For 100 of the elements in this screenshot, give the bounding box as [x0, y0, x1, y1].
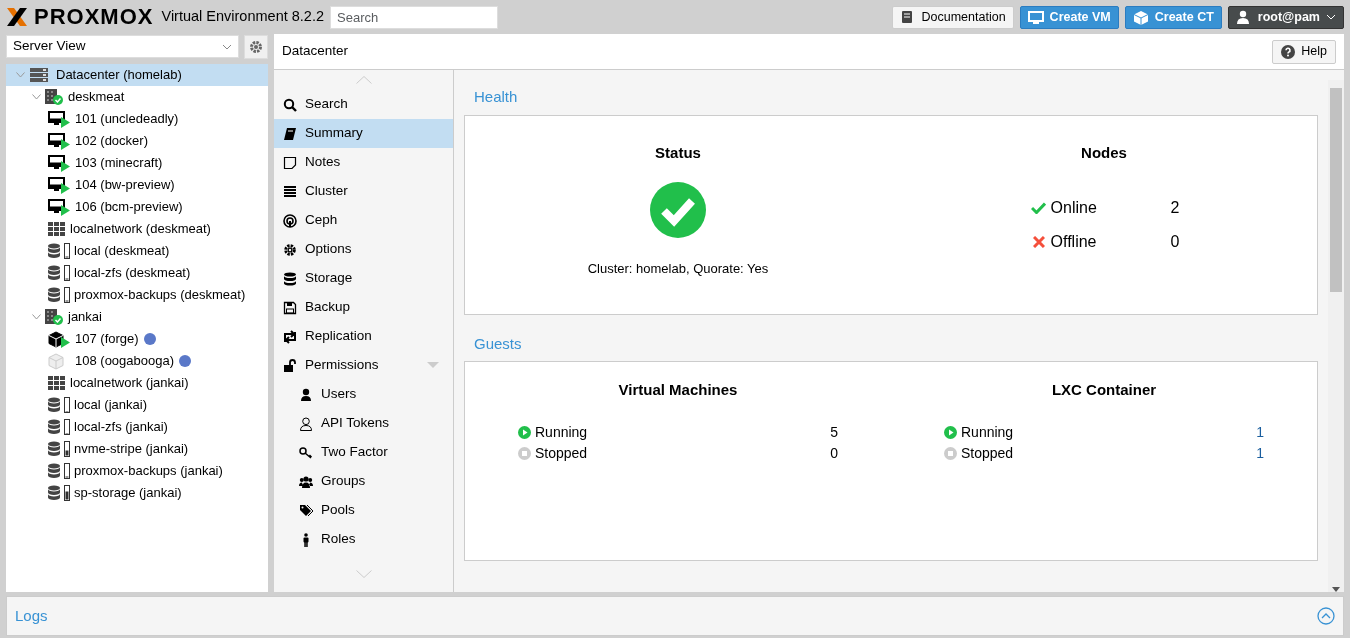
tree-item[interactable]: jankai	[6, 306, 268, 328]
user-icon	[1235, 9, 1252, 25]
tree-item[interactable]: nvme-stripe (jankai)	[6, 438, 268, 460]
tree-item[interactable]: local-zfs (deskmeat)	[6, 262, 268, 284]
caret-icon	[222, 43, 232, 50]
nodes-heading: Nodes	[1081, 143, 1127, 164]
menu-item[interactable]: API Tokens	[274, 409, 453, 438]
user-outline-icon	[299, 416, 313, 431]
guest-count: 1	[1256, 444, 1264, 463]
database-icon	[48, 441, 60, 457]
menu-item[interactable]: Pools	[274, 496, 453, 525]
play-circle-icon	[518, 426, 531, 439]
breadcrumb: Datacenter	[282, 42, 349, 61]
node-status-label: Online	[1050, 197, 1098, 218]
menu-item[interactable]: Options	[274, 235, 453, 264]
database-icon	[48, 287, 60, 303]
user-menu-button[interactable]: root@pam	[1227, 5, 1344, 29]
menu-item[interactable]: Replication	[274, 322, 453, 351]
menu-item[interactable]: Storage	[274, 264, 453, 293]
tree-item[interactable]: 101 (uncledeadly)	[6, 108, 268, 130]
logo-x-icon	[6, 7, 28, 27]
tree-item[interactable]: 104 (bw-preview)	[6, 174, 268, 196]
tag-dot-icon	[178, 354, 193, 368]
tree-item[interactable]: 106 (bcm-preview)	[6, 196, 268, 218]
stop-circle-icon	[518, 447, 531, 460]
menu-item[interactable]: Roles	[274, 525, 453, 554]
guest-count: 1	[1256, 423, 1264, 442]
settings-icon	[249, 40, 263, 54]
tree-item[interactable]: localnetwork (deskmeat)	[6, 218, 268, 240]
tree-item[interactable]: sp-storage (jankai)	[6, 482, 268, 504]
scrollbar-thumb[interactable]	[1330, 88, 1342, 292]
menu-item[interactable]: Ceph	[274, 206, 453, 235]
user-icon	[299, 387, 313, 402]
cross-icon	[1032, 235, 1045, 248]
usage-bar-icon	[64, 243, 70, 259]
help-button[interactable]: Help	[1272, 39, 1336, 64]
tree-item[interactable]: 108 (oogabooga)	[6, 350, 268, 372]
tree-item[interactable]: proxmox-backups (deskmeat)	[6, 284, 268, 306]
help-icon	[1281, 44, 1296, 59]
tree-item[interactable]: localnetwork (jankai)	[6, 372, 268, 394]
search-icon	[283, 97, 297, 112]
logo-text: PROXMOX	[34, 6, 154, 28]
usage-bar-icon	[64, 441, 70, 457]
tree-item[interactable]: 102 (docker)	[6, 130, 268, 152]
usage-bar-icon	[64, 397, 70, 413]
view-selector[interactable]: Server View	[6, 35, 239, 58]
scroll-down-icon	[355, 570, 372, 578]
check-icon	[1031, 201, 1047, 214]
grid-icon	[48, 222, 66, 236]
database-icon	[48, 463, 60, 479]
guest-status-label: Stopped	[535, 444, 589, 463]
tree-item[interactable]: proxmox-backups (jankai)	[6, 460, 268, 482]
users-icon	[299, 474, 313, 489]
scroll-down-icon	[1332, 587, 1340, 592]
menu-item[interactable]: Notes	[274, 148, 453, 177]
database-icon	[48, 485, 60, 501]
usage-bar-icon	[64, 265, 70, 281]
database-icon	[48, 397, 60, 413]
guest-status-label: Running	[535, 423, 589, 442]
usage-bar-icon	[64, 287, 70, 303]
guest-count: 5	[830, 423, 838, 442]
caret-icon	[1326, 14, 1336, 20]
menu-item[interactable]: Cluster	[274, 177, 453, 206]
menu-item[interactable]: Users	[274, 380, 453, 409]
database-icon	[283, 271, 297, 286]
tree-item[interactable]: 103 (minecraft)	[6, 152, 268, 174]
node-count: 2	[1170, 197, 1180, 218]
tree-item[interactable]: local (jankai)	[6, 394, 268, 416]
server-rack-icon	[30, 68, 48, 82]
menu-item[interactable]: Permissions	[274, 351, 453, 380]
database-icon	[48, 265, 60, 281]
note-icon	[283, 155, 297, 170]
menu-item[interactable]: Backup	[274, 293, 453, 322]
settings-button[interactable]	[244, 35, 268, 59]
status-heading: Status	[655, 143, 701, 164]
menu-item[interactable]: Summary	[274, 119, 453, 148]
usage-bar-icon	[64, 485, 70, 501]
logs-title: Logs	[15, 605, 48, 626]
tree-item[interactable]: local (deskmeat)	[6, 240, 268, 262]
arrows-icon	[283, 329, 297, 344]
cluster-status-text: Cluster: homelab, Quorate: Yes	[587, 259, 769, 278]
database-icon	[48, 243, 60, 259]
ceph-icon	[283, 213, 297, 228]
unlocked-padlock-icon	[283, 358, 297, 373]
menu-item[interactable]: Search	[274, 90, 453, 119]
product-version: Virtual Environment 8.2.2	[161, 7, 324, 27]
tree-item[interactable]: 107 (forge)	[6, 328, 268, 350]
guest-group-heading: Virtual Machines	[618, 380, 738, 401]
building-check-icon	[44, 308, 64, 326]
guest-status-label: Stopped	[961, 444, 1015, 463]
tags-icon	[299, 503, 313, 518]
usage-bar-icon	[64, 419, 70, 435]
tree-item[interactable]: Datacenter (homelab)	[6, 64, 268, 86]
menu-item[interactable]: Groups	[274, 467, 453, 496]
documentation-button[interactable]: Documentation	[891, 5, 1014, 29]
building-check-icon	[44, 88, 64, 106]
menu-item[interactable]: Two Factor	[274, 438, 453, 467]
tree-item[interactable]: local-zfs (jankai)	[6, 416, 268, 438]
tree-item[interactable]: deskmeat	[6, 86, 268, 108]
search-field[interactable]: Search	[330, 5, 498, 29]
